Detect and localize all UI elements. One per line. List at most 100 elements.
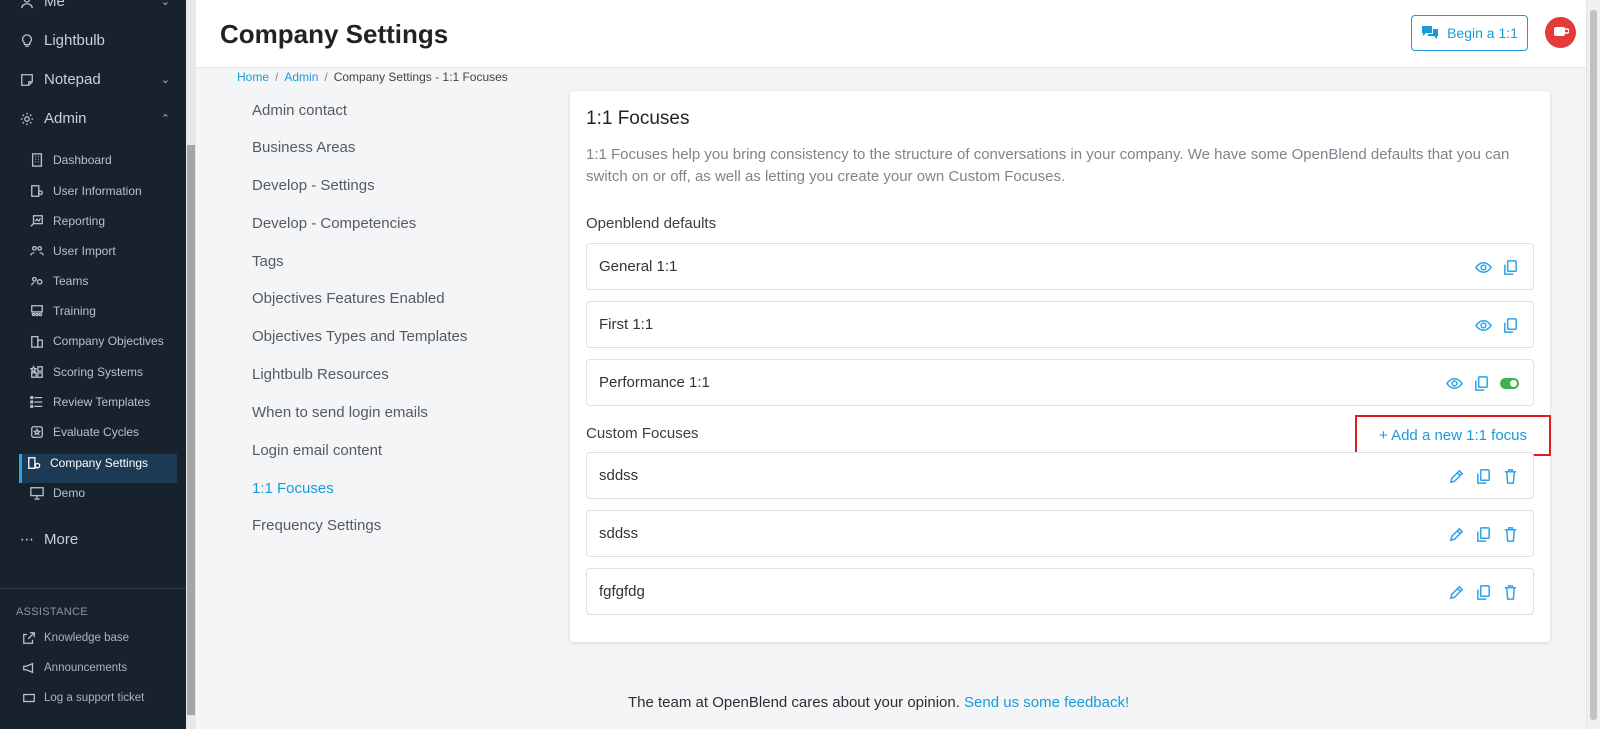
- sidebar-item-label: Review Templates: [53, 395, 151, 409]
- copy-icon[interactable]: [1474, 583, 1492, 601]
- sidebar-item-label: Company Settings: [50, 456, 149, 470]
- breadcrumb-admin[interactable]: Admin: [284, 70, 318, 84]
- chat-bubbles-icon: [1421, 24, 1439, 43]
- focus-name: sddss: [599, 467, 639, 484]
- sidebar-item-scoring-systems[interactable]: Scoring Systems: [30, 365, 143, 379]
- sidebar-item-admin[interactable]: Admin ⌃: [20, 110, 170, 127]
- page-scrollbar[interactable]: [1586, 0, 1600, 729]
- external-link-icon: [22, 631, 36, 645]
- feedback-link[interactable]: Send us some feedback!: [964, 694, 1129, 711]
- defaults-section-label: Openblend defaults: [586, 215, 717, 232]
- settings-nav-business-areas[interactable]: Business Areas: [252, 139, 355, 156]
- copy-icon[interactable]: [1474, 467, 1492, 485]
- settings-nav-develop-settings[interactable]: Develop - Settings: [252, 177, 375, 194]
- assistance-item-support-ticket[interactable]: Log a support ticket: [22, 691, 144, 705]
- sidebar-item-me[interactable]: Me ⌄: [20, 0, 170, 10]
- page-title: Company Settings: [220, 19, 449, 49]
- begin-one-on-one-button[interactable]: Begin a 1:1: [1411, 15, 1528, 51]
- teams-icon: [30, 274, 44, 288]
- settings-nav-lightbulb-resources[interactable]: Lightbulb Resources: [252, 366, 389, 383]
- megaphone-icon: [22, 661, 36, 675]
- users-import-icon: [30, 244, 44, 258]
- assistance-item-label: Knowledge base: [44, 632, 130, 644]
- custom-focus-row: fgfgfdg: [586, 568, 1534, 615]
- add-focus-button[interactable]: + Add a new 1:1 focus: [1355, 415, 1551, 456]
- sidebar-item-evaluate-cycles[interactable]: Evaluate Cycles: [30, 425, 139, 439]
- settings-nav-develop-competencies[interactable]: Develop - Competencies: [252, 215, 416, 232]
- chevron-down-icon: ⌄: [160, 74, 170, 86]
- focus-name: sddss: [599, 525, 639, 542]
- sidebar-item-teams[interactable]: Teams: [30, 274, 88, 288]
- settings-nav-login-email-content[interactable]: Login email content: [252, 442, 382, 459]
- trash-icon[interactable]: [1501, 467, 1519, 485]
- pencil-icon[interactable]: [1447, 525, 1465, 543]
- sidebar-item-label: Demo: [53, 486, 86, 500]
- sidebar-item-label: Company Objectives: [53, 334, 164, 348]
- sidebar-item-label: Notepad: [44, 71, 101, 88]
- custom-focus-row: sddss: [586, 510, 1534, 557]
- assistance-item-knowledge-base[interactable]: Knowledge base: [22, 631, 129, 645]
- ticket-icon: [22, 691, 36, 705]
- copy-icon[interactable]: [1474, 525, 1492, 543]
- eye-icon[interactable]: [1474, 316, 1492, 334]
- company-icon: [30, 334, 44, 348]
- settings-nav-frequency-settings[interactable]: Frequency Settings: [252, 517, 381, 534]
- sidebar-item-user-import[interactable]: User Import: [30, 244, 116, 258]
- copy-icon[interactable]: [1472, 374, 1490, 392]
- cup-icon: [1553, 27, 1569, 36]
- focus-name: fgfgfdg: [599, 583, 645, 600]
- focus-name: First 1:1: [599, 316, 654, 333]
- sidebar-item-user-information[interactable]: User Information: [30, 184, 142, 198]
- person-icon: [20, 0, 34, 9]
- copy-icon[interactable]: [1501, 258, 1519, 276]
- avatar[interactable]: [1545, 17, 1576, 48]
- enabled-toggle[interactable]: [1500, 377, 1519, 389]
- sidebar-scrollbar[interactable]: [186, 0, 196, 729]
- copy-icon[interactable]: [1501, 316, 1519, 334]
- default-focus-row: Performance 1:1: [586, 359, 1534, 406]
- chevron-down-icon: ⌄: [160, 0, 170, 8]
- sidebar-item-label: Reporting: [53, 214, 106, 228]
- trash-icon[interactable]: [1501, 583, 1519, 601]
- settings-nav-tags[interactable]: Tags: [252, 253, 284, 270]
- focus-name: General 1:1: [599, 258, 678, 275]
- building-icon: [30, 153, 44, 167]
- sidebar-item-lightbulb[interactable]: Lightbulb: [20, 32, 170, 49]
- sidebar-item-reporting[interactable]: Reporting: [30, 214, 105, 228]
- pencil-icon[interactable]: [1447, 467, 1465, 485]
- eye-icon[interactable]: [1445, 374, 1463, 392]
- breadcrumb-current: Company Settings - 1:1 Focuses: [333, 70, 508, 84]
- sidebar-item-company-settings[interactable]: Company Settings: [27, 456, 148, 470]
- settings-nav-objectives-features[interactable]: Objectives Features Enabled: [252, 290, 445, 307]
- sidebar-item-demo[interactable]: Demo: [30, 486, 85, 500]
- sidebar-item-label: Dashboard: [53, 153, 112, 167]
- settings-nav-login-emails-timing[interactable]: When to send login emails: [252, 404, 428, 421]
- sidebar-item-review-templates[interactable]: Review Templates: [30, 395, 150, 409]
- sidebar-item-label: Training: [53, 304, 96, 318]
- sidebar-item-label: User Import: [53, 244, 116, 258]
- settings-nav-admin-contact[interactable]: Admin contact: [252, 102, 347, 119]
- sidebar-item-company-objectives[interactable]: Company Objectives: [30, 334, 164, 348]
- trash-icon[interactable]: [1501, 525, 1519, 543]
- list-icon: [30, 395, 44, 409]
- eye-icon[interactable]: [1474, 258, 1492, 276]
- sidebar-item-label: Lightbulb: [44, 32, 105, 49]
- scoring-icon: [30, 365, 44, 379]
- breadcrumb-home[interactable]: Home: [237, 70, 269, 84]
- settings-nav-one-on-one-focuses[interactable]: 1:1 Focuses: [252, 480, 334, 497]
- sidebar-item-dashboard[interactable]: Dashboard: [30, 153, 112, 167]
- ellipsis-icon: ⋯: [20, 531, 34, 547]
- training-icon: [30, 304, 44, 318]
- sidebar-item-more[interactable]: ⋯ More: [20, 531, 170, 548]
- assistance-item-announcements[interactable]: Announcements: [22, 661, 127, 675]
- focus-name: Performance 1:1: [599, 374, 710, 391]
- pencil-icon[interactable]: [1447, 583, 1465, 601]
- sidebar-item-training[interactable]: Training: [30, 304, 96, 318]
- breadcrumb-separator: /: [324, 70, 328, 84]
- cycle-icon: [30, 425, 44, 439]
- sidebar-item-notepad[interactable]: Notepad ⌄: [20, 71, 170, 88]
- scrollbar-thumb[interactable]: [1590, 10, 1597, 720]
- scrollbar-thumb[interactable]: [187, 145, 195, 715]
- settings-nav-objectives-types[interactable]: Objectives Types and Templates: [252, 328, 467, 345]
- chevron-up-icon: ⌃: [160, 113, 170, 125]
